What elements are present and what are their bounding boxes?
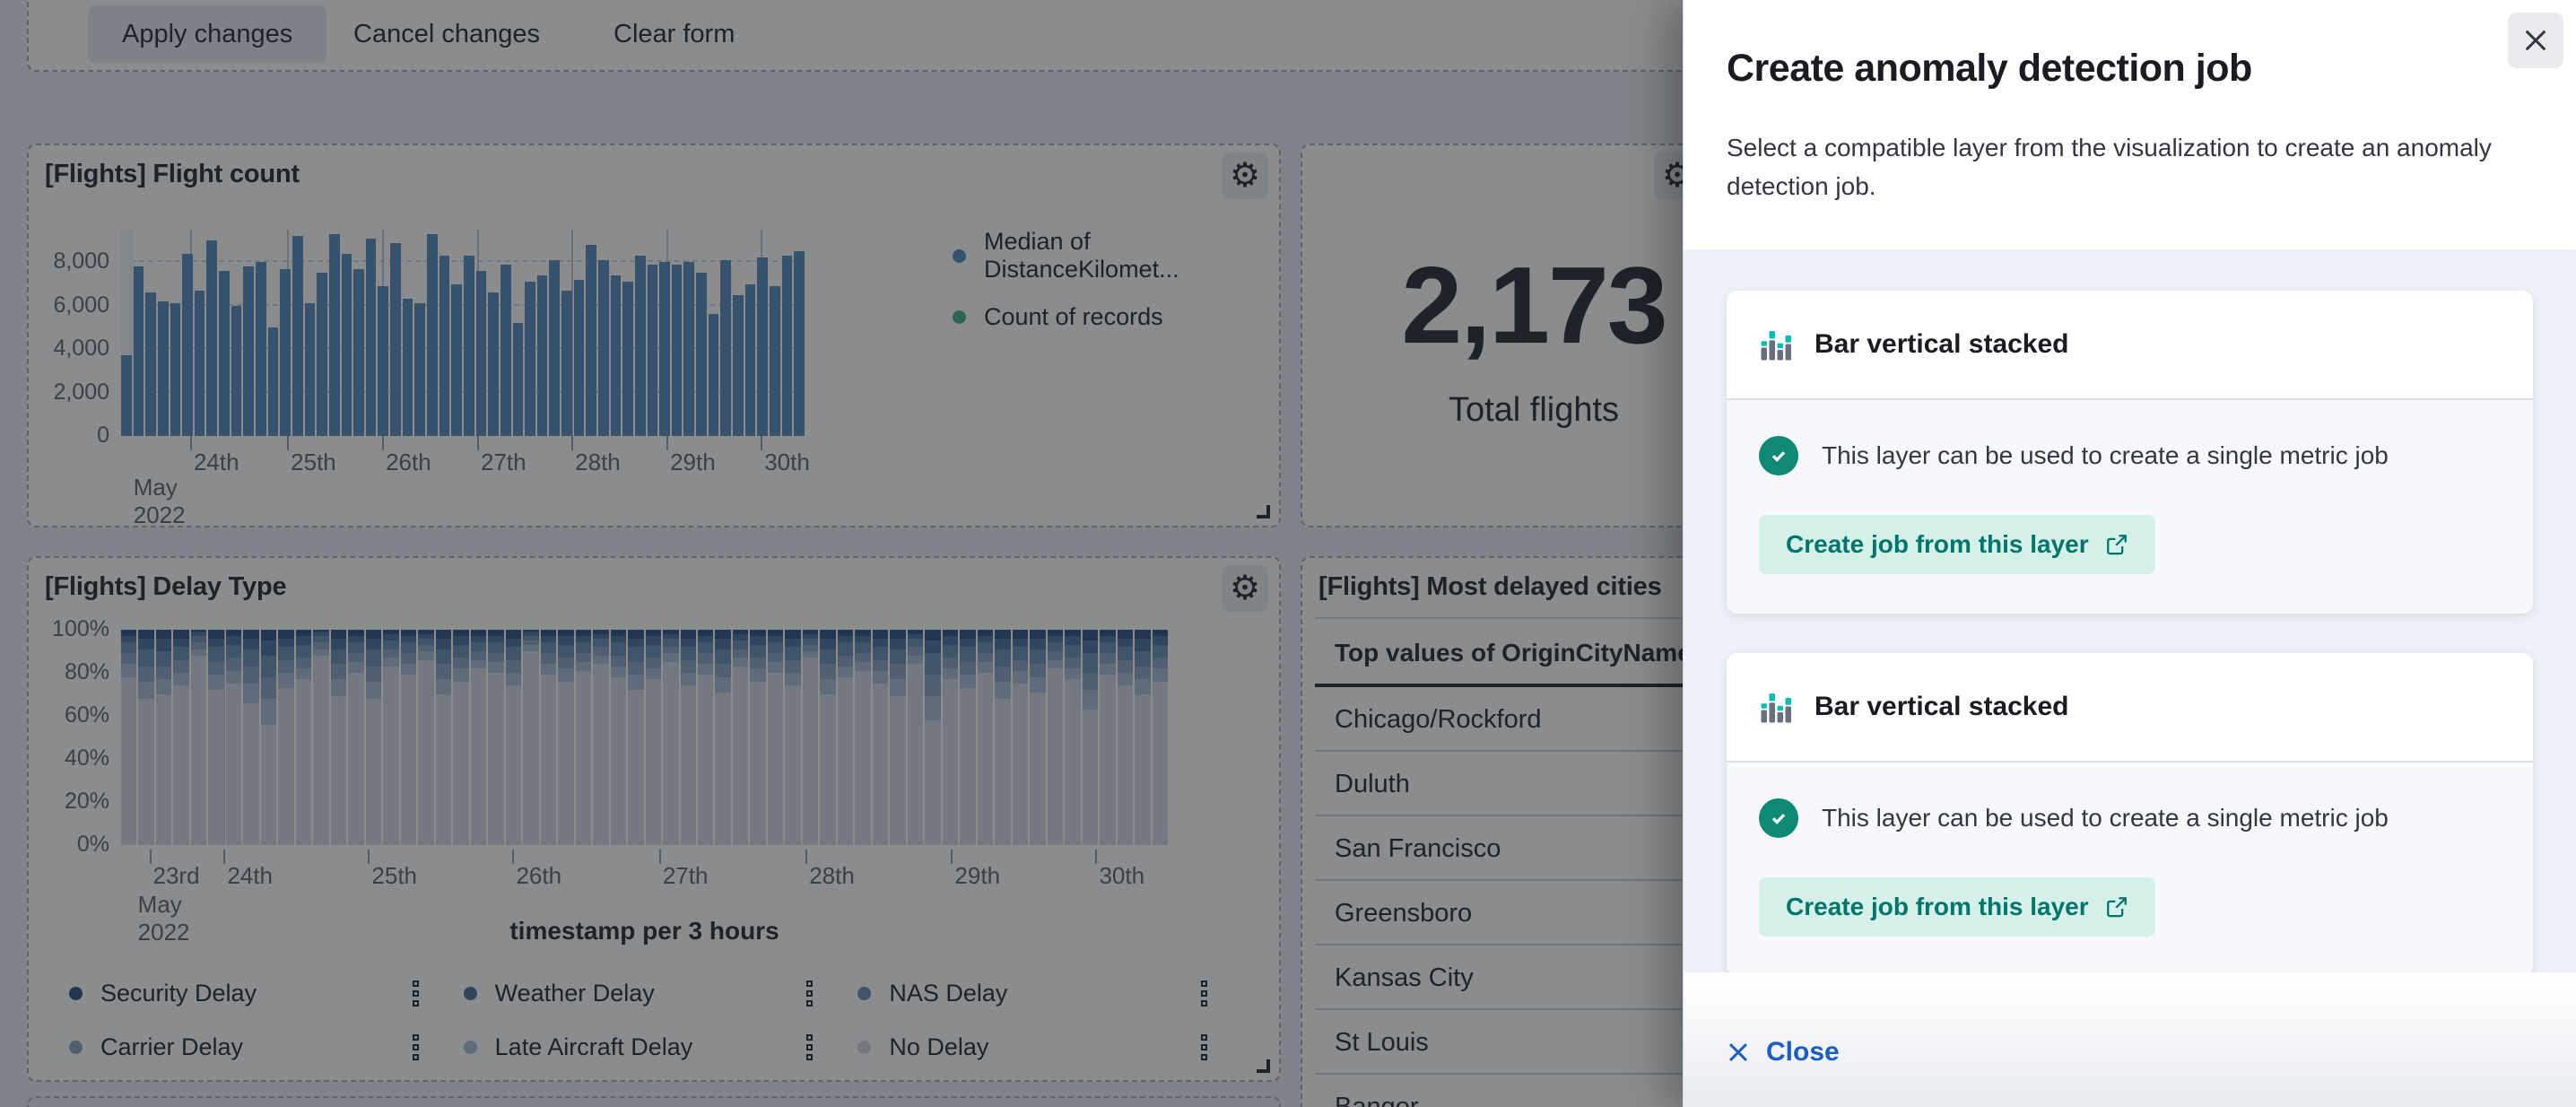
card-header: Bar vertical stacked [1727,291,2533,400]
flyout-body: Bar vertical stacked This layer can be u… [1684,249,2576,972]
bar-vertical-stacked-icon [1759,689,1795,725]
layer-status-text: This layer can be used to create a singl… [1822,441,2389,470]
check-circle-icon [1759,436,1798,475]
close-icon [1727,1041,1750,1064]
flyout-description: Select a compatible layer from the visua… [1727,128,2533,206]
external-link-icon [2105,533,2128,556]
flyout-header: Create anomaly detection job Select a co… [1684,0,2576,206]
create-job-button[interactable]: Create job from this layer [1759,877,2155,937]
layer-card-1: Bar vertical stacked This layer can be u… [1727,291,2533,614]
close-flyout-link[interactable]: Close [1727,1037,1840,1068]
close-icon[interactable] [2508,13,2563,68]
layer-card-2: Bar vertical stacked This layer can be u… [1727,653,2533,972]
check-circle-icon [1759,798,1798,838]
flyout-footer: Close [1684,972,2576,1107]
flyout-title: Create anomaly detection job [1727,47,2533,91]
create-job-button[interactable]: Create job from this layer [1759,515,2155,574]
external-link-icon [2105,895,2128,919]
card-title: Bar vertical stacked [1815,692,2069,722]
card-title: Bar vertical stacked [1815,329,2069,360]
layer-status-text: This layer can be used to create a singl… [1822,804,2389,832]
bar-vertical-stacked-icon [1759,327,1795,362]
create-anomaly-job-flyout: Create anomaly detection job Select a co… [1683,0,2576,1107]
card-body: This layer can be used to create a singl… [1727,400,2533,614]
card-body: This layer can be used to create a singl… [1727,763,2533,972]
card-header: Bar vertical stacked [1727,653,2533,763]
kibana-screen: Apply changes Cancel changes Clear form … [0,0,2576,1107]
